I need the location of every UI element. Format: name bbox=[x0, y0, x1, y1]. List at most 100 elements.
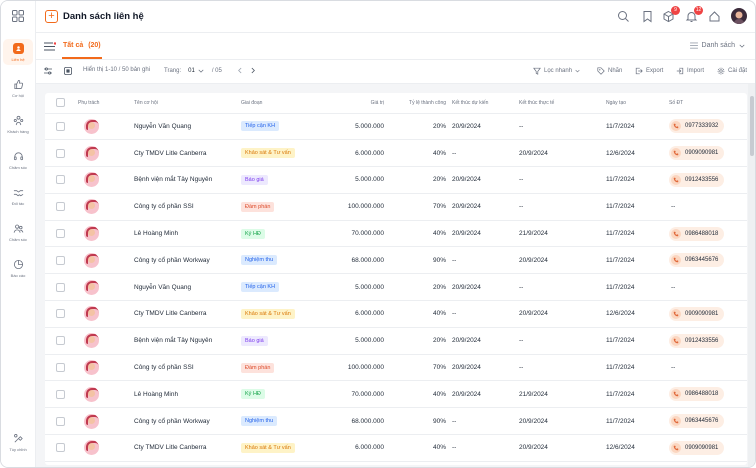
sidebar-item-partners[interactable]: Đối tác bbox=[3, 187, 33, 213]
row-checkbox[interactable] bbox=[56, 229, 65, 239]
sidebar-item-care[interactable]: Chăm sóc bbox=[3, 151, 33, 177]
row-checkbox[interactable] bbox=[56, 148, 65, 158]
checkbox-square-icon bbox=[64, 67, 72, 75]
expected-end-cell: -- bbox=[449, 407, 516, 436]
table-row[interactable]: Lê Hoàng Minh Ký HĐ 70.000.000 40% 20/9/… bbox=[45, 220, 747, 248]
row-checkbox[interactable] bbox=[56, 336, 65, 346]
phone-chip[interactable]: 0912433556 bbox=[669, 333, 725, 348]
table-row[interactable]: Công ty cổ phần SSI Đàm phán 100.000.000… bbox=[45, 354, 747, 382]
opportunity-name[interactable]: Công ty cổ phần Workway bbox=[131, 246, 238, 275]
row-checkbox[interactable] bbox=[56, 202, 65, 212]
phone-cell: 0986488018 bbox=[666, 380, 747, 409]
search-icon[interactable] bbox=[617, 10, 630, 23]
row-checkbox[interactable] bbox=[56, 363, 65, 373]
sidebar-item-groups[interactable]: Chăm sóc bbox=[3, 223, 33, 249]
bookmark-icon[interactable] bbox=[641, 10, 654, 23]
notifications-button[interactable]: 12 bbox=[685, 6, 703, 23]
table-row[interactable]: Lê Hoàng Minh Ký HĐ 70.000.000 40% 20/9/… bbox=[45, 380, 747, 409]
stage-cell: Đàm phán bbox=[238, 354, 313, 382]
menu-icon[interactable] bbox=[44, 42, 56, 51]
owner-avatar bbox=[84, 333, 99, 349]
opportunity-name[interactable]: Công ty cổ phần SSI bbox=[131, 354, 238, 382]
chevron-right-icon[interactable] bbox=[251, 67, 256, 74]
phone-chip[interactable]: 0909090981 bbox=[669, 146, 725, 161]
actual-end-cell: 20/9/2024 bbox=[516, 407, 588, 436]
sidebar-item-label: Liên hệ bbox=[11, 57, 25, 62]
table-row[interactable]: Bệnh viện mắt Tây Nguyên Báo giá 5.000.0… bbox=[45, 327, 747, 355]
phone-chip[interactable]: 0986488018 bbox=[669, 226, 725, 241]
chevron-left-icon[interactable] bbox=[237, 67, 242, 74]
page-select[interactable]: 01 bbox=[188, 68, 204, 74]
phone-chip[interactable]: 0963445676 bbox=[669, 414, 725, 429]
actual-end-cell: 20/9/2024 bbox=[516, 300, 588, 328]
table-row[interactable]: Nguyễn Văn Quang Tiếp cận KH 5.000.000 2… bbox=[45, 113, 747, 141]
phone-icon bbox=[671, 308, 681, 319]
opportunity-name[interactable]: Lê Hoàng Minh bbox=[131, 380, 238, 409]
view-selector[interactable]: Danh sách bbox=[689, 42, 745, 49]
table-row[interactable]: Cty TMDV Litle Canberra Khảo sát & Tư vấ… bbox=[45, 434, 747, 462]
sidebar-item-customers[interactable]: Khách hàng bbox=[3, 115, 33, 141]
opportunity-name[interactable]: Nguyễn Văn Quang bbox=[131, 273, 238, 302]
table-row[interactable]: Bệnh viện mắt Tây Nguyên Báo giá 5.000.0… bbox=[45, 166, 747, 194]
table-row[interactable]: Cty TMDV Litle Canberra Khảo sát & Tư vấ… bbox=[45, 139, 747, 168]
scrollbar-thumb[interactable] bbox=[750, 96, 754, 156]
add-button[interactable]: + bbox=[45, 10, 58, 23]
row-checkbox[interactable] bbox=[56, 255, 65, 265]
phone-cell: -- bbox=[666, 193, 747, 221]
select-all-checkbox[interactable] bbox=[56, 98, 65, 108]
row-checkbox[interactable] bbox=[56, 282, 65, 292]
row-checkbox[interactable] bbox=[56, 121, 65, 131]
created-date-cell: 11/7/2024 bbox=[588, 354, 666, 382]
top-header: + Danh sách liên hệ 9 12 bbox=[36, 1, 755, 33]
opportunity-name[interactable]: Công ty cổ phần Workway bbox=[131, 407, 238, 436]
expected-end-cell: -- bbox=[449, 300, 516, 328]
table-row[interactable]: Cty TMDV Litle Canberra Khảo sát & Tư vấ… bbox=[45, 300, 747, 328]
user-avatar[interactable] bbox=[731, 8, 747, 24]
row-checkbox[interactable] bbox=[56, 443, 65, 453]
sidebar-item-opportunities[interactable]: Cơ hội bbox=[3, 79, 33, 105]
column-header: Số ĐT bbox=[666, 93, 747, 114]
owner-cell bbox=[75, 113, 131, 141]
phone-chip[interactable]: 0963445676 bbox=[669, 253, 725, 268]
header-select[interactable] bbox=[45, 93, 75, 114]
tag-button[interactable]: Nhãn bbox=[597, 67, 622, 75]
app-grid-icon[interactable] bbox=[12, 10, 24, 22]
sidebar-item-contacts[interactable]: Liên hệ bbox=[3, 39, 33, 65]
phone-chip[interactable]: 0977333932 bbox=[669, 119, 725, 134]
tab-all[interactable]: Tất cả (20) bbox=[63, 42, 101, 49]
opportunity-name[interactable]: Cty TMDV Litle Canberra bbox=[131, 139, 238, 168]
tab-all-label: Tất cả bbox=[63, 42, 84, 49]
row-checkbox[interactable] bbox=[56, 175, 65, 185]
sidebar-item-label: Chăm sóc bbox=[8, 237, 27, 242]
phone-chip[interactable]: 0912433556 bbox=[669, 172, 725, 187]
phone-chip[interactable]: 0986488018 bbox=[669, 387, 725, 402]
row-checkbox[interactable] bbox=[56, 416, 65, 426]
opportunity-name[interactable]: Cty TMDV Litle Canberra bbox=[131, 300, 238, 328]
row-checkbox[interactable] bbox=[56, 309, 65, 319]
phone-chip[interactable]: 0909090981 bbox=[669, 440, 725, 455]
opportunity-name[interactable]: Cty TMDV Litle Canberra bbox=[131, 434, 238, 462]
opportunity-name[interactable]: Bệnh viện mắt Tây Nguyên bbox=[131, 327, 238, 355]
opportunity-name[interactable]: Nguyễn Văn Quang bbox=[131, 113, 238, 141]
opportunity-name[interactable]: Bệnh viện mắt Tây Nguyên bbox=[131, 166, 238, 194]
opportunity-name[interactable]: Lê Hoàng Minh bbox=[131, 220, 238, 248]
phone-chip[interactable]: 0909090981 bbox=[669, 306, 725, 321]
value-cell: 5.000.000 bbox=[313, 327, 387, 355]
quick-filter-button[interactable]: Lọc nhanh bbox=[533, 67, 580, 75]
sidebar-item-customize[interactable]: Tùy chỉnh bbox=[3, 433, 33, 459]
import-button[interactable]: Import bbox=[676, 67, 704, 75]
table-row[interactable]: Công ty cổ phần Workway Nghiệm thu 68.00… bbox=[45, 407, 747, 436]
phone-number: 0963445676 bbox=[685, 257, 719, 264]
settings-button[interactable]: Cài đặt bbox=[717, 67, 747, 75]
table-row[interactable]: Công ty cổ phần SSI Đàm phán 100.000.000… bbox=[45, 193, 747, 221]
opportunity-name[interactable]: Công ty cổ phần SSI bbox=[131, 193, 238, 221]
home-icon[interactable] bbox=[708, 10, 721, 23]
table-row[interactable]: Nguyễn Văn Quang Tiếp cận KH 5.000.000 2… bbox=[45, 273, 747, 302]
messages-button[interactable]: 9 bbox=[662, 6, 680, 23]
table-row[interactable]: Công ty cổ phần Workway Nghiệm thu 68.00… bbox=[45, 246, 747, 275]
export-button[interactable]: Export bbox=[635, 67, 663, 75]
sidebar-item-reports[interactable]: Báo cáo bbox=[3, 259, 33, 285]
adjust-button[interactable] bbox=[44, 67, 52, 75]
row-checkbox[interactable] bbox=[56, 389, 65, 399]
select-all-toggle[interactable] bbox=[64, 67, 72, 75]
